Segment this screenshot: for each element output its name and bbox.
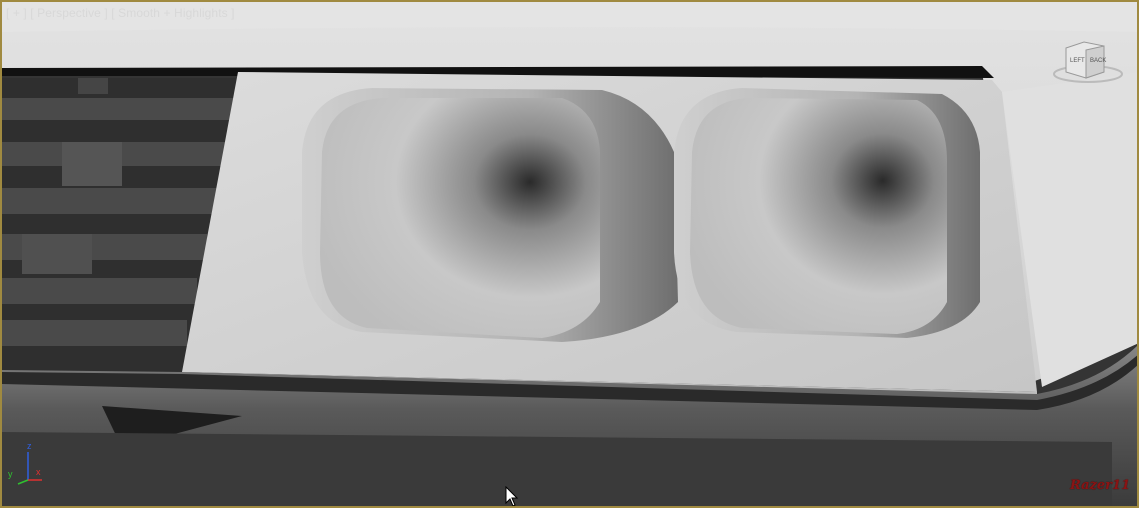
viewport-label[interactable]: [ + ] [ Perspective ] [ Smooth + Highlig… bbox=[6, 6, 235, 20]
axis-y-label: y bbox=[8, 469, 13, 479]
car-headlight-model[interactable] bbox=[2, 2, 1139, 508]
axis-x-label: x bbox=[36, 467, 41, 477]
viewcube-icon[interactable]: LEFT BACK bbox=[1052, 38, 1124, 86]
axis-tripod-icon: z x y bbox=[6, 442, 46, 488]
viewport-point-of-view-menu[interactable]: [ Perspective ] bbox=[30, 6, 108, 20]
author-watermark: Razer11 bbox=[1070, 478, 1131, 493]
viewcube-back-face[interactable]: BACK bbox=[1090, 58, 1106, 64]
viewport-shading-menu[interactable]: [ Smooth + Highlights ] bbox=[111, 6, 234, 20]
arrow-cursor-icon bbox=[505, 485, 519, 506]
viewport-menu-plus[interactable]: [ + ] bbox=[6, 6, 27, 20]
perspective-viewport[interactable]: [ + ] [ Perspective ] [ Smooth + Highlig… bbox=[0, 0, 1139, 508]
viewcube-left-face[interactable]: LEFT bbox=[1070, 58, 1085, 64]
axis-z-label: z bbox=[27, 441, 32, 451]
